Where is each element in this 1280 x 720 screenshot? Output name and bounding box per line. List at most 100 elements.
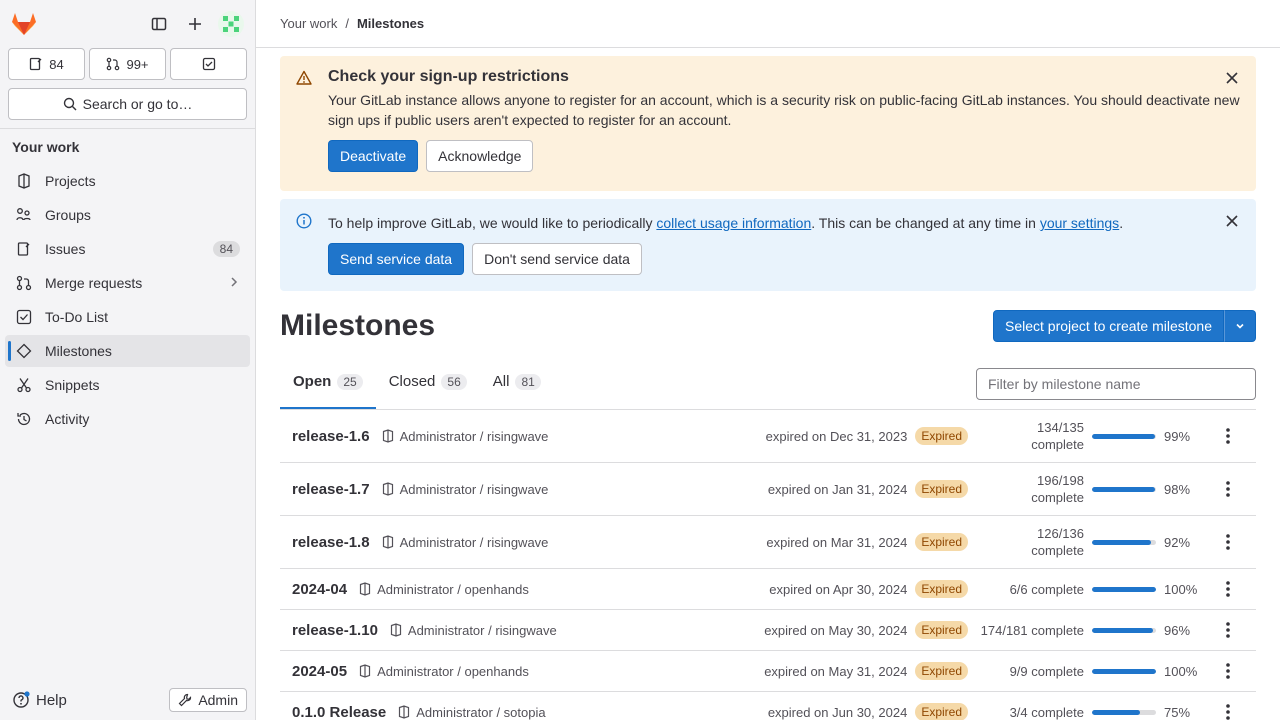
tab-open[interactable]: Open 25 — [280, 354, 376, 409]
merge-requests-button[interactable]: 99+ — [89, 48, 166, 80]
progress-bar — [1092, 486, 1156, 492]
progress-bar-fill — [1092, 433, 1156, 439]
more-actions-icon[interactable] — [1212, 573, 1244, 605]
send-service-data-button[interactable]: Send service data — [328, 243, 465, 275]
milestone-project-link[interactable]: Administrator / openhands — [377, 582, 529, 597]
acknowledge-button[interactable]: Acknowledge — [426, 140, 534, 172]
sidebar-item-issues[interactable]: Issues 84 — [5, 233, 250, 265]
progress-bar-fill — [1092, 627, 1154, 633]
completion-count: 3/4 complete — [1009, 704, 1084, 720]
sidebar-item-milestones[interactable]: Milestones — [5, 335, 250, 367]
sidebar-item-merge-requests[interactable]: Merge requests — [5, 267, 250, 299]
more-actions-icon[interactable] — [1212, 420, 1244, 452]
project-icon — [382, 535, 393, 549]
milestone-title-link[interactable]: 2024-05 — [292, 663, 347, 680]
sidebar-item-projects[interactable]: Projects — [5, 165, 250, 197]
expired-badge: Expired — [915, 621, 968, 639]
sidebar-item-snippets[interactable]: Snippets — [5, 369, 250, 401]
sidebar: 84 99+ Search or go to… Your work Projec… — [0, 0, 256, 720]
progress-bar — [1092, 627, 1156, 633]
milestone-title-link[interactable]: 2024-04 — [292, 581, 347, 598]
milestone-title-link[interactable]: release-1.7 — [292, 481, 370, 498]
milestone-row: 2024-05 Administrator / openhands expired … — [280, 651, 1256, 692]
tab-label: Open — [293, 373, 332, 390]
user-avatar[interactable] — [215, 8, 247, 40]
milestone-expiry: expired on May 31, 2024 — [764, 663, 908, 679]
close-icon[interactable] — [1224, 70, 1240, 86]
milestone-filter-input[interactable] — [976, 368, 1256, 400]
sidebar-item-groups[interactable]: Groups — [5, 199, 250, 231]
milestone-project-link[interactable]: Administrator / openhands — [377, 664, 529, 679]
help-label: Help — [36, 691, 67, 709]
completion-count: 134/135 — [1037, 420, 1084, 435]
sidebar-item-label: Snippets — [45, 377, 100, 393]
milestone-completion: 6/6 complete — [968, 581, 1084, 598]
create-new-icon[interactable] — [179, 8, 211, 40]
progress-percent: 92% — [1164, 534, 1191, 550]
milestone-title-link[interactable]: release-1.8 — [292, 534, 370, 551]
breadcrumb-separator: / — [345, 16, 349, 31]
toggle-sidebar-icon[interactable] — [143, 8, 175, 40]
more-actions-icon[interactable] — [1212, 614, 1244, 646]
deactivate-button[interactable]: Deactivate — [328, 140, 419, 172]
milestone-project-link[interactable]: Administrator / sotopia — [416, 705, 545, 720]
breadcrumb-your-work[interactable]: Your work — [280, 16, 337, 31]
expired-badge: Expired — [915, 427, 968, 445]
user-counts: 84 99+ — [0, 48, 255, 80]
todo-icon — [15, 309, 33, 325]
help-button[interactable]: Help — [12, 691, 67, 709]
warning-icon — [296, 70, 312, 89]
milestone-expiry: expired on May 30, 2024 — [764, 622, 908, 638]
progress-bar-fill — [1092, 586, 1156, 592]
tab-all[interactable]: All 81 — [480, 354, 554, 409]
milestone-project-link[interactable]: Administrator / risingwave — [400, 535, 549, 550]
sidebar-item-activity[interactable]: Activity — [5, 403, 250, 435]
milestone-title-link[interactable]: 0.1.0 Release — [292, 704, 386, 720]
sidebar-item-label: Activity — [45, 411, 90, 427]
completion-count: 9/9 complete — [1009, 663, 1084, 679]
select-project-button[interactable]: Select project to create milestone — [993, 310, 1224, 342]
history-icon — [15, 411, 33, 427]
issues-icon — [15, 241, 33, 257]
chevron-down-icon[interactable] — [1224, 310, 1256, 342]
signup-restrictions-alert: Check your sign-up restrictions Your Git… — [280, 56, 1256, 191]
expired-badge: Expired — [915, 480, 968, 498]
more-actions-icon[interactable] — [1212, 526, 1244, 558]
admin-button[interactable]: Admin — [169, 688, 247, 712]
milestone-title-link[interactable]: release-1.10 — [292, 622, 378, 639]
milestone-project-link[interactable]: Administrator / risingwave — [400, 482, 549, 497]
page-header: Milestones Select project to create mile… — [280, 309, 1256, 342]
collect-usage-link[interactable]: collect usage information — [656, 215, 811, 231]
breadcrumb-current[interactable]: Milestones — [357, 16, 424, 31]
todo-button[interactable] — [170, 48, 247, 80]
assigned-issues-button[interactable]: 84 — [8, 48, 85, 80]
progress-percent: 99% — [1164, 428, 1191, 444]
milestone-expiry: expired on Jun 30, 2024 — [767, 704, 908, 720]
progress-percent: 100% — [1164, 581, 1198, 597]
milestone-project-link[interactable]: Administrator / risingwave — [408, 623, 557, 638]
usage-text-after: . — [1119, 215, 1124, 231]
progress-bar-fill — [1092, 668, 1156, 674]
tab-closed[interactable]: Closed 56 — [376, 354, 480, 409]
sidebar-item-todo-list[interactable]: To-Do List — [5, 301, 250, 333]
expired-badge: Expired — [915, 703, 968, 720]
more-actions-icon[interactable] — [1212, 655, 1244, 687]
progress-percent: 100% — [1164, 663, 1198, 679]
more-actions-icon[interactable] — [1212, 473, 1244, 505]
project-icon — [359, 582, 371, 596]
more-actions-icon[interactable] — [1212, 696, 1244, 720]
sidebar-item-label: Projects — [45, 173, 96, 189]
close-icon[interactable] — [1224, 213, 1240, 229]
main-content: Your work / Milestones Check your sign-u… — [256, 0, 1280, 720]
milestone-project-link[interactable]: Administrator / risingwave — [400, 429, 549, 444]
your-settings-link[interactable]: your settings — [1040, 215, 1119, 231]
completion-label: complete — [1031, 437, 1084, 452]
gitlab-logo-icon[interactable] — [8, 8, 40, 40]
milestone-title-link[interactable]: release-1.6 — [292, 428, 370, 445]
usage-text-middle: . This can be changed at any time in — [811, 215, 1040, 231]
group-icon — [15, 207, 33, 223]
dont-send-service-data-button[interactable]: Don't send service data — [472, 243, 642, 275]
completion-label: complete — [1031, 490, 1084, 505]
search-button[interactable]: Search or go to… — [8, 88, 247, 120]
milestone-project: Administrator / risingwave — [382, 429, 549, 444]
